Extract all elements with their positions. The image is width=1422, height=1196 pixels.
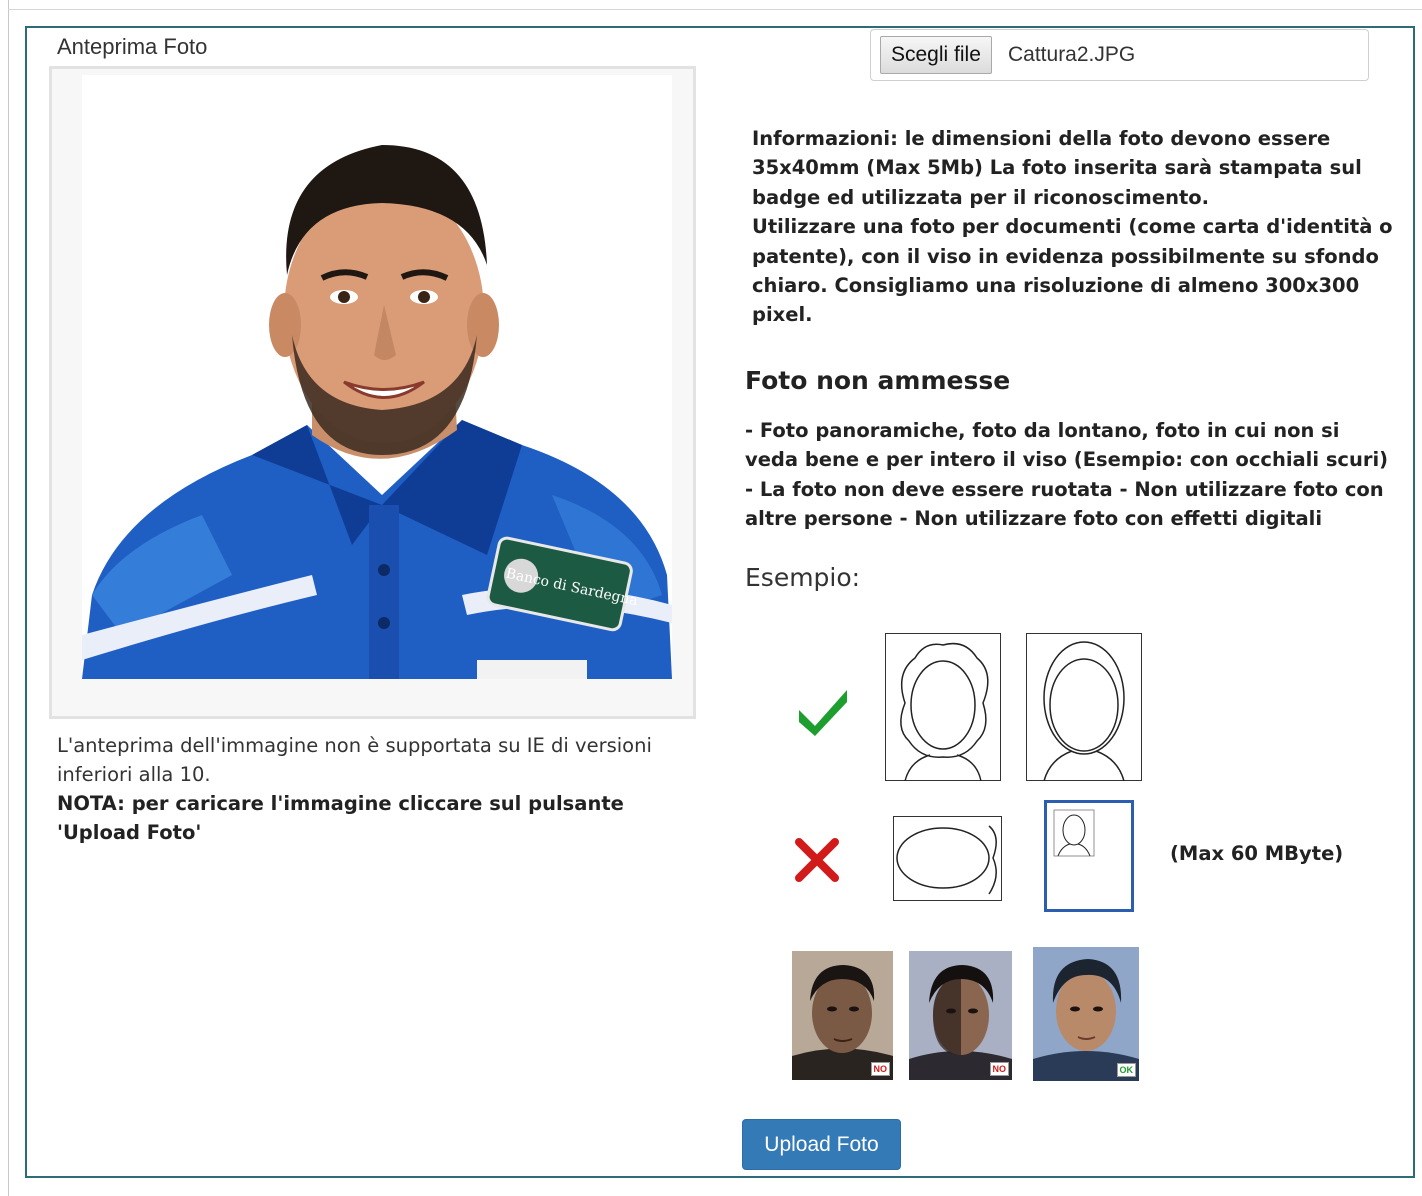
preview-frame: Banco di Sardegna xyxy=(49,66,696,719)
forbidden-heading: Foto non ammesse xyxy=(745,366,1011,395)
forbidden-text: - Foto panoramiche, foto da lontano, fot… xyxy=(745,419,1389,531)
example-ok-sketch-plain xyxy=(1026,633,1142,781)
person-photo: Banco di Sardegna xyxy=(82,145,672,679)
max-size-label: (Max 60 MByte) xyxy=(1170,842,1344,865)
upload-photo-button[interactable]: Upload Foto xyxy=(742,1119,901,1170)
example-no-sketch-far xyxy=(1044,800,1134,912)
preview-note-text: L'anteprima dell'immagine non è supporta… xyxy=(57,734,652,786)
example-tag-no-1: NO xyxy=(870,1062,890,1076)
info-text: Informazioni: le dimensioni della foto d… xyxy=(752,124,1397,330)
preview-title: Anteprima Foto xyxy=(57,34,208,59)
example-face-dark-2: NO xyxy=(909,951,1012,1080)
page-left-border xyxy=(8,0,9,1196)
example-tag-no-2: NO xyxy=(989,1062,1009,1076)
example-face-ok: OK xyxy=(1033,947,1139,1081)
example-face-dark-1: NO xyxy=(792,951,893,1080)
choose-file-button[interactable]: Scegli file xyxy=(880,36,992,74)
file-input[interactable]: Scegli file Cattura2.JPG xyxy=(870,29,1369,81)
example-no-sketch-rotated xyxy=(893,816,1002,901)
cross-icon xyxy=(795,838,839,882)
page-top-border xyxy=(8,9,1422,10)
preview-note: L'anteprima dell'immagine non è supporta… xyxy=(57,731,697,847)
check-icon xyxy=(799,690,847,736)
preview-note-bold: NOTA: per caricare l'immagine cliccare s… xyxy=(57,792,624,844)
file-name-label: Cattura2.JPG xyxy=(1008,43,1136,66)
preview-photo: Banco di Sardegna xyxy=(82,75,672,679)
info-paragraph-2: Utilizzare una foto per documenti (come … xyxy=(752,215,1393,327)
info-paragraph-1: Informazioni: le dimensioni della foto d… xyxy=(752,127,1362,209)
example-heading: Esempio: xyxy=(745,563,861,592)
example-ok-sketch-curly xyxy=(885,633,1001,781)
example-tag-ok: OK xyxy=(1116,1063,1136,1077)
